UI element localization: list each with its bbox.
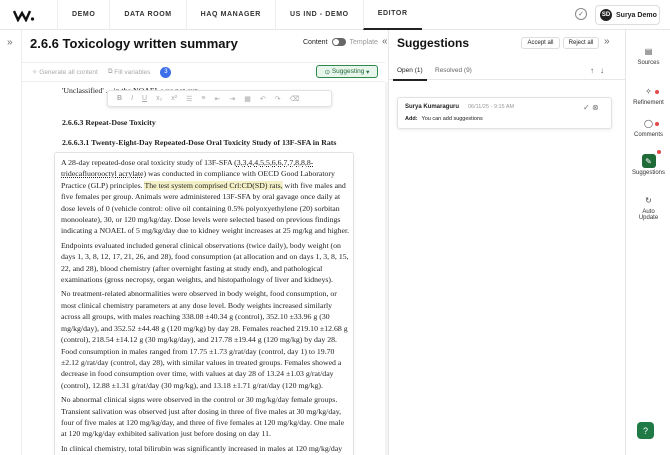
sources-label: Sources [637, 60, 660, 66]
reject-all-button[interactable]: Reject all [563, 37, 599, 49]
tab-resolved[interactable]: Resolved (9) [435, 67, 472, 74]
italic-icon[interactable]: I [131, 95, 133, 102]
accept-icon[interactable]: ✓ [583, 103, 590, 112]
paragraph-2[interactable]: Endpoints evaluated included general cli… [61, 240, 351, 286]
arrow-down-icon[interactable]: ↓ [600, 66, 610, 75]
suggestions-icon: ✎ [641, 154, 656, 168]
accept-all-button[interactable]: Accept all [521, 37, 560, 49]
suggest-icon: ⊙ [324, 68, 332, 76]
content-label: Content [303, 38, 328, 46]
suggestion-author: Surya Kumaraguru [405, 104, 460, 110]
suggestion-highlight[interactable]: The test system comprised Crl:CD(SD) rat… [144, 180, 283, 190]
nav-haq-manager[interactable]: HAQ MANAGER [185, 0, 275, 30]
right-tool-panel: ▤ Sources ✧ Refinement ◯ Comments ✎ Suggesti… [625, 30, 670, 455]
user-name: Surya Demo [616, 11, 657, 19]
auto-update-label: Update [638, 215, 659, 221]
suggestion-actions: ✓ ⊗ [583, 103, 599, 112]
suggestion-timestamp: 06/11/25 - 9:15 AM [468, 104, 515, 110]
user-menu[interactable]: SD Surya Demo [595, 5, 660, 25]
table-icon[interactable]: ▦ [244, 95, 251, 103]
comments-button[interactable]: ◯ Comments [626, 116, 670, 139]
section-heading[interactable]: 2.6.6.3 Repeat-Dose Toxicity [62, 118, 156, 127]
fill-variables-button[interactable]: ⧉ Fill variables [108, 68, 151, 76]
comments-label: Comments [633, 132, 663, 138]
suggestions-button[interactable]: ✎ Suggestions [626, 154, 670, 176]
suggestions-title: Suggestions [397, 36, 470, 50]
suggestion-card[interactable]: Surya Kumaraguru 06/11/25 - 9:15 AM Add:… [397, 97, 612, 129]
indent-icon[interactable]: ⇥ [229, 95, 235, 103]
auto-update-button[interactable]: ↻ Auto Update [626, 193, 670, 222]
nav-us-ind-demo[interactable]: US IND - DEMO [274, 0, 363, 30]
suggestion-content: Add: You can add suggestions [405, 116, 483, 122]
redo-icon[interactable]: ↷ [275, 95, 281, 103]
comments-icon: ◯ [644, 118, 653, 128]
collapse-suggestions-icon[interactable]: » [604, 36, 610, 47]
generated-content-block[interactable]: A 28-day repeated-dose oral toxicity stu… [54, 152, 354, 455]
suggestion-text: You can add suggestions [421, 116, 483, 122]
notification-dot [655, 90, 659, 94]
content-body[interactable]: A 28-day repeated-dose oral toxicity stu… [61, 157, 351, 455]
variables-count-badge[interactable]: 3 [160, 66, 172, 78]
outdent-icon[interactable]: ⇤ [215, 95, 221, 103]
numbered-list-icon[interactable]: ≡ [201, 95, 205, 102]
help-icon[interactable]: ? [637, 422, 654, 439]
tab-open[interactable]: Open (1) [393, 67, 427, 81]
paragraph-5[interactable]: In clinical chemistry, total bilirubin w… [61, 443, 351, 454]
panel-divider [388, 30, 389, 455]
collapse-editor-icon[interactable]: « [382, 36, 388, 47]
bullet-list-icon[interactable]: ☰ [186, 95, 192, 103]
nav-demo[interactable]: DEMO [57, 0, 109, 30]
bold-icon[interactable]: B [117, 95, 122, 102]
superscript-icon[interactable]: x² [171, 95, 177, 102]
refinement-label: Refinement [633, 100, 664, 106]
refinement-icon: ✧ [645, 86, 652, 96]
expand-left-icon[interactable]: » [7, 37, 13, 48]
notification-dot [657, 150, 661, 154]
app-logo-icon[interactable] [13, 8, 35, 22]
nav-data-room[interactable]: DATA ROOM [109, 0, 185, 30]
notification-dot [655, 122, 659, 126]
suggesting-mode-dropdown[interactable]: ⊙ Suggesting ▾ [316, 65, 378, 78]
format-toolbar: B I U x₂ x² ☰ ≡ ⇤ ⇥ ▦ ↶ ↷ ⌫ [107, 90, 332, 107]
chevron-down-icon: ▾ [364, 68, 370, 76]
refresh-icon: ↻ [645, 195, 652, 205]
sparkle-icon: ✧ [32, 69, 40, 76]
arrow-up-icon[interactable]: ↑ [590, 66, 600, 75]
check-status-icon[interactable]: ✓ [575, 8, 587, 20]
refinement-button[interactable]: ✧ Refinement [626, 84, 670, 107]
paragraph-4[interactable]: No abnormal clinical signs were observed… [61, 394, 351, 440]
paragraph-3[interactable]: No treatment-related abnormalities were … [61, 288, 351, 391]
generate-all-label: Generate all content [39, 68, 98, 76]
document-area[interactable]: 'Unclassified' ... in the NOAEL was not … [22, 82, 388, 455]
reject-icon[interactable]: ⊗ [592, 103, 599, 112]
subsection-heading[interactable]: 2.6.6.3.1 Twenty-Eight-Day Repeated-Dose… [62, 138, 336, 147]
sources-button[interactable]: ▤ Sources [626, 44, 670, 67]
document-title: 2.6.6 Toxicology written summary [30, 36, 238, 51]
top-bar: DEMO DATA ROOM HAQ MANAGER US IND - DEMO… [0, 0, 670, 30]
paragraph-1[interactable]: A 28-day repeated-dose oral toxicity stu… [61, 157, 351, 237]
subscript-icon[interactable]: x₂ [156, 95, 162, 102]
template-label: Template [349, 38, 378, 46]
underline-icon[interactable]: U [142, 95, 147, 102]
suggestion-action: Add: [405, 116, 418, 122]
text-span: A 28-day repeated-dose oral toxicity stu… [61, 158, 237, 167]
suggesting-label: Suggesting [331, 68, 365, 75]
suggestions-label: Suggestions [631, 170, 666, 176]
toggle-switch[interactable] [331, 38, 346, 46]
clear-format-icon[interactable]: ⌫ [290, 95, 300, 103]
avatar: SD [600, 9, 612, 21]
sources-icon: ▤ [644, 46, 653, 56]
fill-variables-label: Fill variables [114, 68, 151, 76]
nav-editor[interactable]: EDITOR [362, 0, 422, 30]
suggestion-navigation: ↑↓ [590, 66, 610, 75]
undo-icon[interactable]: ↶ [260, 95, 266, 103]
content-template-toggle[interactable]: Content Template [303, 38, 378, 46]
generate-all-button[interactable]: ✧ Generate all content [32, 68, 98, 77]
left-gutter [0, 30, 22, 455]
